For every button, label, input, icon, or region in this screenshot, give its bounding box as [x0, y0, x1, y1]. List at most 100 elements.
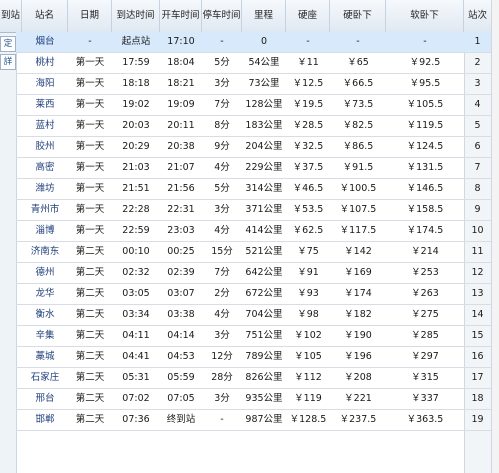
header-date[interactable]: 日期 — [68, 0, 112, 32]
cell-no: 19 — [471, 414, 484, 425]
cell-no: 14 — [471, 309, 484, 320]
cell-hard-sleeper: ￥208 — [344, 372, 372, 383]
cell-station: 海阳 — [35, 78, 55, 89]
cell-arrive: 21:51 — [122, 183, 150, 194]
left-panel-strip: 定 詳 — [0, 0, 17, 473]
cell-depart: 03:07 — [167, 288, 195, 299]
cell-soft-sleeper: ￥105.5 — [406, 99, 444, 110]
vertical-scrollbar[interactable] — [491, 0, 499, 473]
table-row[interactable]: 衡水 第二天 03:34 03:38 4分 704公里 ￥98 ￥182 ￥275 14 — [16, 305, 491, 326]
table-row[interactable]: 海阳 第一天 18:18 18:21 3分 73公里 ￥12.5 ￥66.5 ￥95.5 3 — [16, 74, 491, 95]
cell-stop: 9分 — [214, 141, 230, 152]
cell-no: 18 — [471, 393, 484, 404]
header-depart[interactable]: 开车时间 — [160, 0, 202, 32]
table-row[interactable]: 胶州 第一天 20:29 20:38 9分 204公里 ￥32.5 ￥86.5 ￥124.5 6 — [16, 137, 491, 158]
cell-mileage: 371公里 — [245, 204, 283, 215]
cell-depart: 18:21 — [167, 78, 195, 89]
header-stop-no[interactable]: 站次 — [464, 0, 491, 32]
cell-stop: 3分 — [214, 330, 230, 341]
table-row[interactable]: 邢台 第二天 07:02 07:05 3分 935公里 ￥119 ￥221 ￥337 18 — [16, 389, 491, 410]
table-row[interactable]: 济南东 第二天 00:10 00:25 15分 521公里 ￥75 ￥142 ￥214 11 — [16, 242, 491, 263]
cell-hard-sleeper: ￥66.5 — [342, 78, 374, 89]
cell-soft-sleeper: ￥337 — [411, 393, 439, 404]
cell-no: 4 — [474, 99, 481, 110]
header-hard-sleeper[interactable]: 硬卧下 — [330, 0, 386, 32]
cell-station: 衡水 — [35, 309, 55, 320]
cell-hard-seat: - — [306, 36, 310, 47]
cell-hard-seat: ￥93 — [297, 288, 319, 299]
cell-hard-seat: ￥128.5 — [289, 414, 327, 425]
cell-soft-sleeper: ￥158.5 — [406, 204, 444, 215]
side-toggle-button-1[interactable]: 定 — [0, 36, 16, 52]
cell-mileage: 987公里 — [245, 414, 283, 425]
cell-no: 16 — [471, 351, 484, 362]
cell-date: 第一天 — [75, 120, 105, 131]
cell-date: 第二天 — [75, 246, 105, 257]
table-row[interactable]: 高密 第一天 21:03 21:07 4分 229公里 ￥37.5 ￥91.5 ￥131.5 7 — [16, 158, 491, 179]
cell-soft-sleeper: ￥214 — [411, 246, 439, 257]
cell-arrive: 22:28 — [122, 204, 150, 215]
cell-arrive: 20:03 — [122, 120, 150, 131]
cell-soft-sleeper: ￥253 — [411, 267, 439, 278]
table-row[interactable]: 莱西 第一天 19:02 19:09 7分 128公里 ￥19.5 ￥73.5 ￥105.5 4 — [16, 95, 491, 116]
cell-date: 第一天 — [75, 162, 105, 173]
cell-hard-sleeper: ￥65 — [347, 57, 369, 68]
cell-hard-sleeper: ￥182 — [344, 309, 372, 320]
table-row[interactable]: 蓝村 第一天 20:03 20:11 8分 183公里 ￥28.5 ￥82.5 ￥119.5 5 — [16, 116, 491, 137]
cell-no: 7 — [474, 162, 481, 173]
cell-arrive: 18:18 — [122, 78, 150, 89]
header-soft-sleeper[interactable]: 软卧下 — [386, 0, 464, 32]
cell-no: 9 — [474, 204, 481, 215]
side-toggle-button-2[interactable]: 詳 — [0, 54, 16, 70]
cell-no: 5 — [474, 120, 481, 131]
table-row[interactable]: 烟台 - 起点站 17:10 - 0 - - - 1 — [16, 32, 491, 53]
cell-hard-sleeper: ￥82.5 — [342, 120, 374, 131]
table-row[interactable]: 桃村 第一天 17:59 18:04 5分 54公里 ￥11 ￥65 ￥92.5 2 — [16, 53, 491, 74]
header-station[interactable]: 到站 — [0, 0, 22, 32]
cell-hard-sleeper: ￥73.5 — [342, 99, 374, 110]
cell-mileage: 54公里 — [248, 57, 280, 68]
cell-depart: 07:05 — [167, 393, 195, 404]
cell-stop: 4分 — [214, 225, 230, 236]
header-station-name[interactable]: 站名 — [22, 0, 68, 32]
table-row[interactable]: 辛集 第二天 04:11 04:14 3分 751公里 ￥102 ￥190 ￥285 15 — [16, 326, 491, 347]
cell-mileage: 935公里 — [245, 393, 283, 404]
cell-date: 第一天 — [75, 57, 105, 68]
cell-hard-sleeper: - — [356, 36, 360, 47]
cell-hard-seat: ￥46.5 — [292, 183, 324, 194]
header-arrive[interactable]: 到达时间 — [112, 0, 160, 32]
table-row[interactable]: 龙华 第二天 03:05 03:07 2分 672公里 ￥93 ￥174 ￥263 13 — [16, 284, 491, 305]
cell-station: 胶州 — [35, 141, 55, 152]
cell-hard-sleeper: ￥237.5 — [339, 414, 377, 425]
cell-station: 桃村 — [35, 57, 55, 68]
cell-hard-seat: ￥105 — [294, 351, 322, 362]
header-mileage[interactable]: 里程 — [242, 0, 286, 32]
table-row[interactable]: 淄博 第一天 22:59 23:03 4分 414公里 ￥62.5 ￥117.5 ￥174.5 1… — [16, 221, 491, 242]
table-row[interactable]: 藁城 第二天 04:41 04:53 12分 789公里 ￥105 ￥196 ￥297 16 — [16, 347, 491, 368]
cell-stop: 5分 — [214, 183, 230, 194]
table-row[interactable]: 德州 第二天 02:32 02:39 7分 642公里 ￥91 ￥169 ￥253 12 — [16, 263, 491, 284]
cell-date: - — [88, 36, 92, 47]
header-stop[interactable]: 停车时间 — [202, 0, 242, 32]
cell-mileage: 414公里 — [245, 225, 283, 236]
cell-hard-sleeper: ￥190 — [344, 330, 372, 341]
cell-stop: 3分 — [214, 78, 230, 89]
table-row[interactable]: 邯郸 第二天 07:36 终到站 - 987公里 ￥128.5 ￥237.5 ￥363.5 19 — [16, 410, 491, 431]
cell-no: 13 — [471, 288, 484, 299]
cell-depart: 17:10 — [167, 36, 195, 47]
table-row[interactable]: 青州市 第一天 22:28 22:31 3分 371公里 ￥53.5 ￥107.5 ￥158.5… — [16, 200, 491, 221]
cell-date: 第二天 — [75, 393, 105, 404]
cell-soft-sleeper: ￥297 — [411, 351, 439, 362]
cell-hard-seat: ￥11 — [297, 57, 319, 68]
cell-stop: 3分 — [214, 204, 230, 215]
cell-soft-sleeper: ￥285 — [411, 330, 439, 341]
cell-station: 邯郸 — [35, 414, 55, 425]
cell-arrive: 04:11 — [122, 330, 150, 341]
cell-stop: 28分 — [211, 372, 233, 383]
cell-hard-seat: ￥102 — [294, 330, 322, 341]
table-row[interactable]: 石家庄 第二天 05:31 05:59 28分 826公里 ￥112 ￥208 ￥315 17 — [16, 368, 491, 389]
table-row[interactable]: 潍坊 第一天 21:51 21:56 5分 314公里 ￥46.5 ￥100.5 ￥146.5 8 — [16, 179, 491, 200]
header-hard-seat[interactable]: 硬座 — [286, 0, 330, 32]
cell-soft-sleeper: ￥146.5 — [406, 183, 444, 194]
cell-hard-sleeper: ￥221 — [344, 393, 372, 404]
